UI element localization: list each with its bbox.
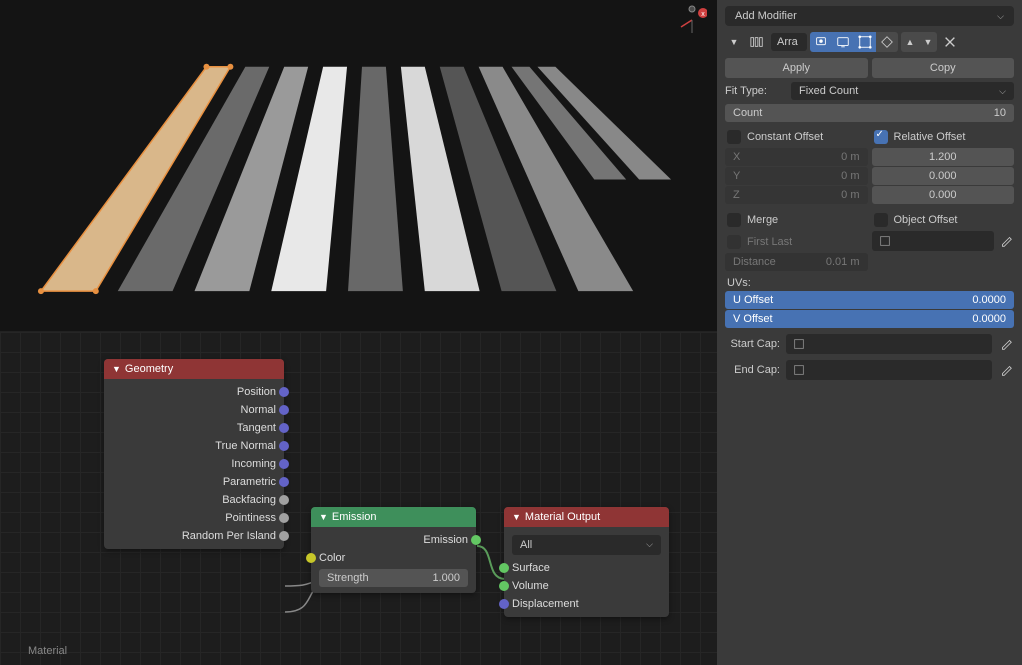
rel-y-field[interactable]: 0.000 (872, 167, 1015, 185)
node-title: Material Output (525, 511, 600, 523)
fit-type-dropdown[interactable]: Fixed Count⌵ (791, 82, 1014, 100)
strength-field[interactable]: Strength 1.000 (319, 569, 468, 587)
modifier-name-field[interactable]: Arra (771, 33, 807, 51)
socket-color-in[interactable]: Color (311, 549, 476, 567)
socket-pointiness[interactable]: Pointiness (104, 509, 284, 527)
relative-offset-checkbox[interactable]: Relative Offset (872, 126, 1015, 148)
eyedropper-icon[interactable] (998, 233, 1014, 249)
svg-text:x: x (701, 11, 705, 18)
mode-cage-toggle[interactable] (876, 32, 898, 52)
array-modifier-icon (746, 32, 768, 52)
socket-tangent[interactable]: Tangent (104, 419, 284, 437)
rel-x-field[interactable]: 1.200 (872, 148, 1015, 166)
end-cap-field[interactable] (786, 360, 992, 380)
eyedropper-icon[interactable] (998, 336, 1014, 352)
constant-offset-checkbox[interactable]: Constant Offset (725, 126, 868, 148)
collapse-icon[interactable]: ▼ (512, 512, 521, 522)
socket-parametric[interactable]: Parametric (104, 473, 284, 491)
socket-position[interactable]: Position (104, 383, 284, 401)
end-cap-label: End Cap: (725, 364, 780, 376)
socket-random-island[interactable]: Random Per Island (104, 527, 284, 545)
object-offset-checkbox[interactable]: Object Offset (872, 209, 1015, 231)
socket-incoming[interactable]: Incoming (104, 455, 284, 473)
start-cap-label: Start Cap: (725, 338, 780, 350)
node-geometry[interactable]: ▼ Geometry Position Normal Tangent True … (104, 359, 284, 549)
move-down-button[interactable]: ▼ (919, 32, 937, 52)
rel-z-field[interactable]: 0.000 (872, 186, 1015, 204)
mode-render-toggle[interactable] (810, 32, 832, 52)
v-offset-field[interactable]: V Offset0.0000 (725, 310, 1014, 328)
const-y-field[interactable]: Y0 m (725, 167, 868, 185)
start-cap-field[interactable] (786, 334, 992, 354)
node-title: Geometry (125, 363, 173, 375)
first-last-checkbox[interactable]: First Last (725, 231, 868, 253)
const-z-field[interactable]: Z0 m (725, 186, 868, 204)
modifier-header: ▼ Arra ▲ ▼ (725, 32, 1014, 52)
count-field[interactable]: Count10 (725, 104, 1014, 122)
const-x-field[interactable]: X0 m (725, 148, 868, 166)
node-title: Emission (332, 511, 377, 523)
node-header[interactable]: ▼ Emission (311, 507, 476, 527)
mode-realtime-toggle[interactable] (832, 32, 854, 52)
socket-normal[interactable]: Normal (104, 401, 284, 419)
u-offset-field[interactable]: U Offset0.0000 (725, 291, 1014, 309)
distance-field[interactable]: Distance0.01 m (725, 253, 868, 271)
eyedropper-icon[interactable] (998, 362, 1014, 378)
object-offset-field[interactable] (872, 231, 995, 251)
collapse-icon[interactable]: ▼ (112, 364, 121, 374)
viewport-render (0, 0, 717, 331)
apply-button[interactable]: Apply (725, 58, 868, 78)
viewport-3d[interactable]: x (0, 0, 717, 332)
node-material-output[interactable]: ▼ Material Output All⌵ Surface Volume Di… (504, 507, 669, 617)
node-header[interactable]: ▼ Geometry (104, 359, 284, 379)
modifier-properties-panel: Add Modifier⌵ ▼ Arra ▲ ▼ Apply Copy Fit … (717, 0, 1022, 665)
socket-backfacing[interactable]: Backfacing (104, 491, 284, 509)
modifier-collapse-button[interactable]: ▼ (725, 32, 743, 52)
collapse-icon[interactable]: ▼ (319, 512, 328, 522)
axis-widget[interactable]: x (677, 5, 707, 35)
node-header[interactable]: ▼ Material Output (504, 507, 669, 527)
add-modifier-dropdown[interactable]: Add Modifier⌵ (725, 6, 1014, 26)
socket-emission-out[interactable]: Emission (311, 531, 476, 549)
delete-modifier-button[interactable] (940, 32, 960, 52)
merge-checkbox[interactable]: Merge (725, 209, 868, 231)
node-emission[interactable]: ▼ Emission Emission Color Strength 1.000 (311, 507, 476, 593)
socket-volume[interactable]: Volume (504, 577, 669, 595)
socket-true-normal[interactable]: True Normal (104, 437, 284, 455)
target-select[interactable]: All⌵ (512, 535, 661, 555)
node-editor[interactable]: ▼ Geometry Position Normal Tangent True … (0, 332, 717, 665)
copy-button[interactable]: Copy (872, 58, 1015, 78)
editor-type-label: Material (28, 645, 67, 657)
fit-type-label: Fit Type: (725, 85, 785, 97)
socket-displacement[interactable]: Displacement (504, 595, 669, 613)
move-up-button[interactable]: ▲ (901, 32, 919, 52)
uvs-label: UVs: (727, 277, 1012, 289)
socket-surface[interactable]: Surface (504, 559, 669, 577)
mode-editmode-toggle[interactable] (854, 32, 876, 52)
